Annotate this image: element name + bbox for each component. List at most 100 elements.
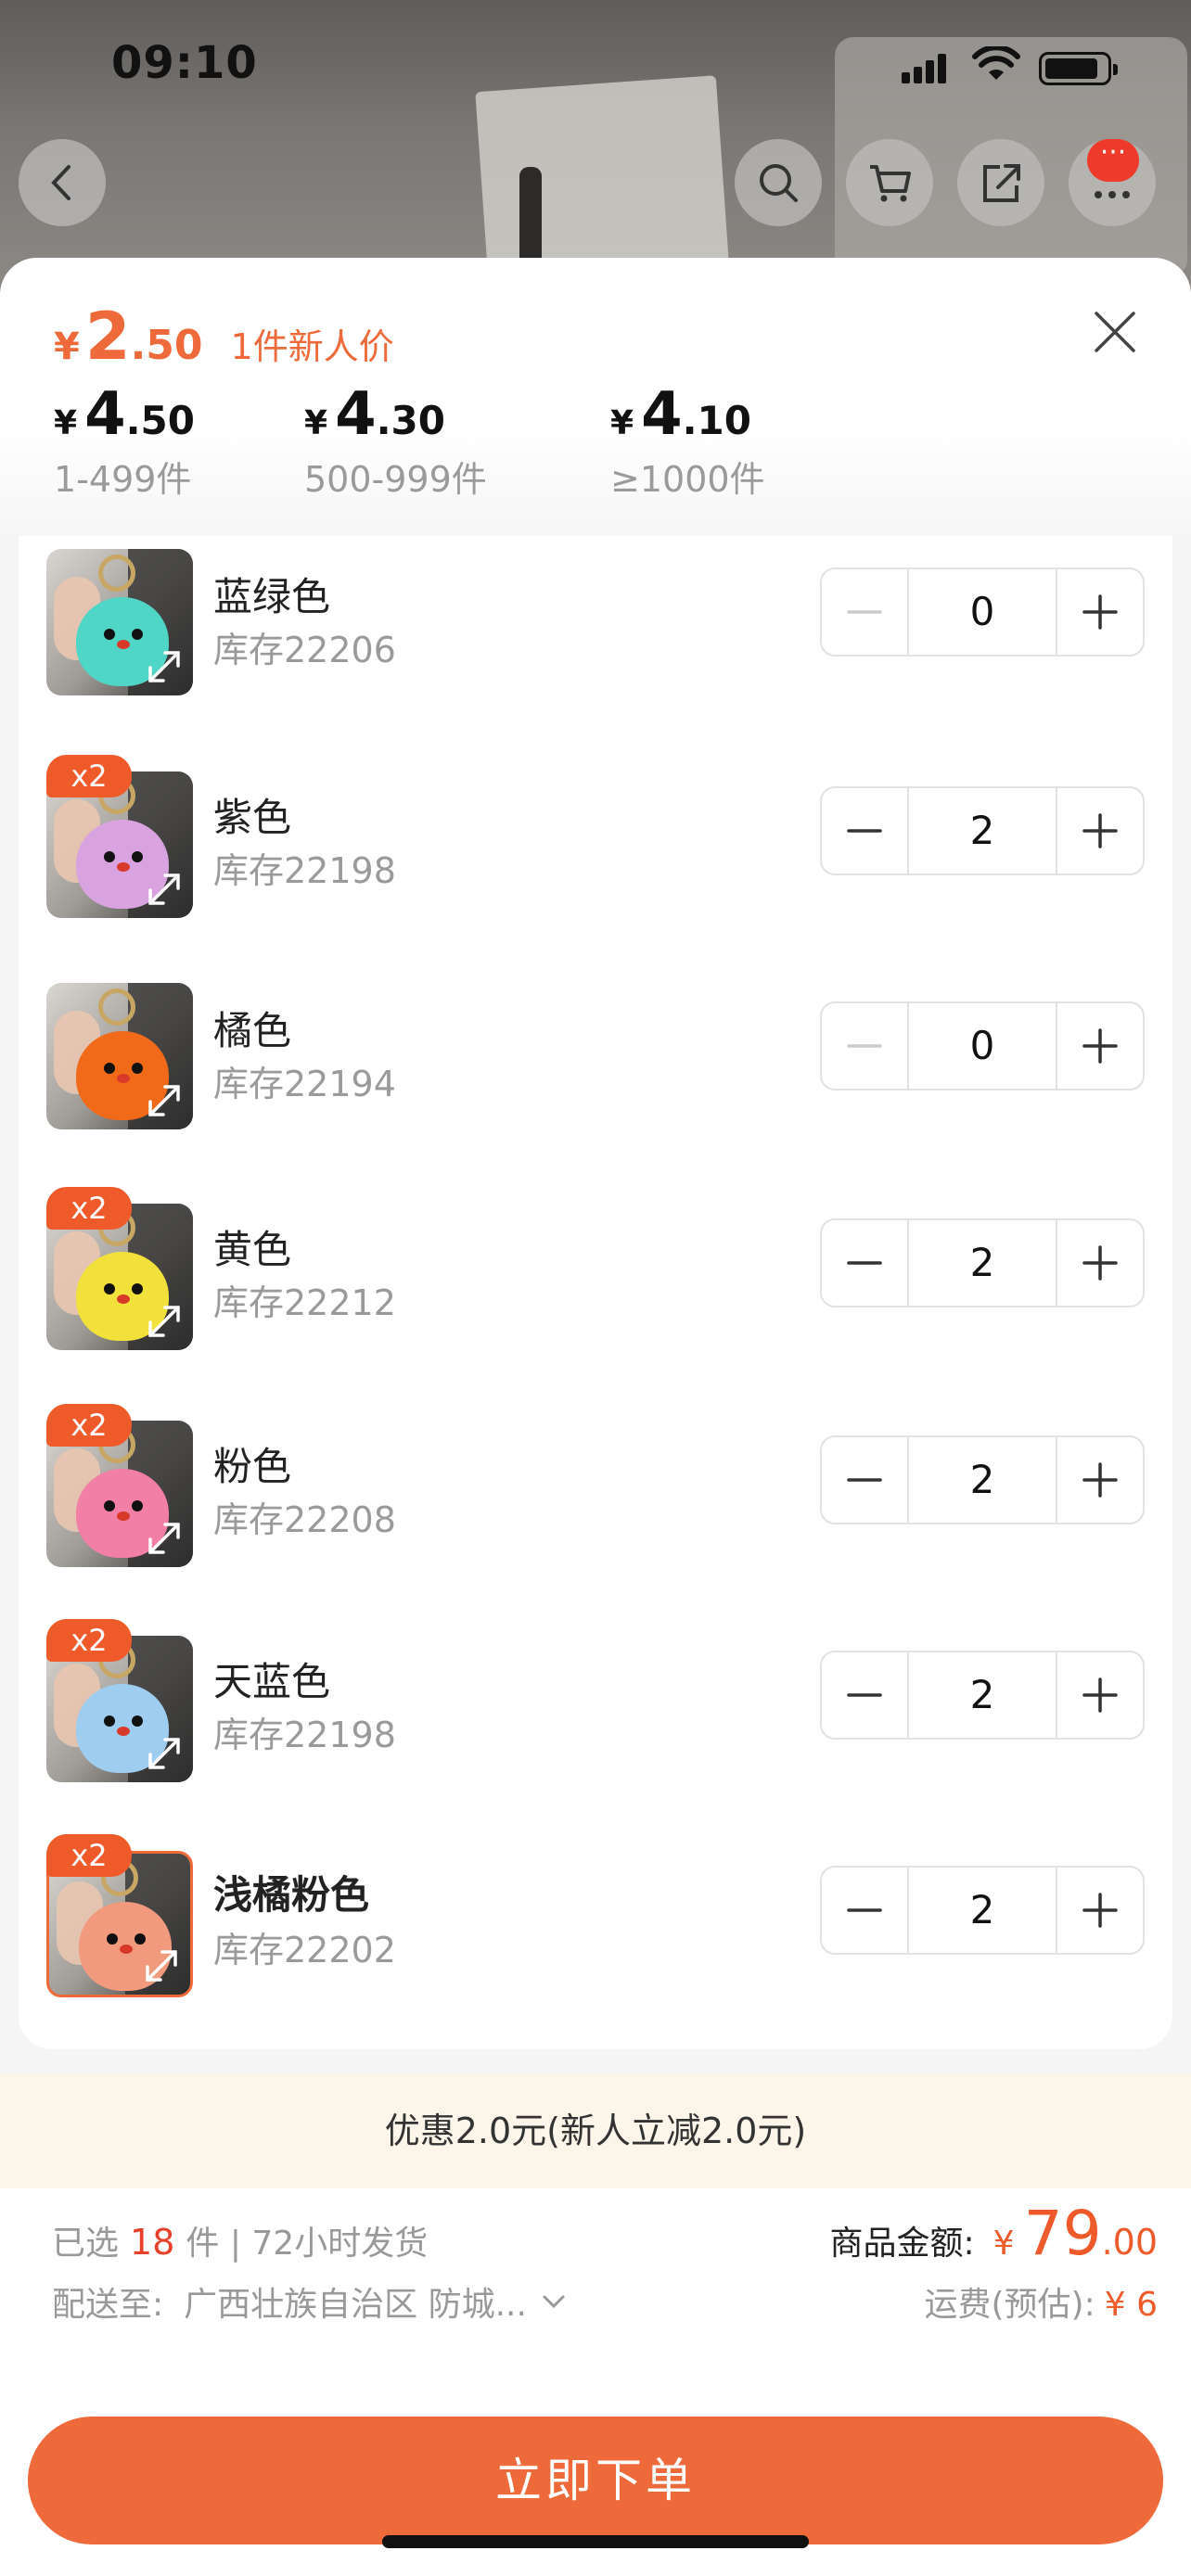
new-user-price-tag: 1件新人价 (230, 326, 394, 367)
sku-stock: 库存22198 (213, 1715, 396, 1755)
sku-thumbnail[interactable] (46, 983, 193, 1129)
plus-icon (1082, 1245, 1118, 1281)
search-icon (760, 164, 798, 202)
goods-amount: 商品金额: ¥ 79 .00 (829, 2198, 1158, 2269)
battery-icon (1039, 52, 1118, 85)
decrement-button[interactable] (822, 788, 907, 874)
quantity-badge: x2 (46, 1187, 132, 1230)
search-button[interactable] (735, 139, 822, 226)
plus-icon (1082, 594, 1118, 630)
quantity-value[interactable]: 2 (907, 1652, 1057, 1738)
quantity-badge: x2 (46, 755, 132, 797)
sku-list: 蓝绿色 库存22206 0 x2 紫色 库存22198 2 橘色 库存22194… (19, 536, 1172, 2049)
minus-icon (847, 1478, 882, 1482)
decrement-button[interactable] (822, 569, 907, 655)
selected-count: 18 (130, 2222, 175, 2263)
expand-icon[interactable] (143, 1517, 186, 1560)
decrement-button[interactable] (822, 1003, 907, 1089)
expand-icon[interactable] (143, 645, 186, 688)
decrement-button[interactable] (822, 1868, 907, 1953)
plus-icon (1082, 1893, 1118, 1928)
sku-name: 紫色 (213, 795, 292, 840)
quantity-value[interactable]: 2 (907, 1437, 1057, 1523)
sku-name: 蓝绿色 (213, 574, 331, 619)
sku-row-selected: x2 浅橘粉色 库存22202 2 (19, 1834, 1172, 2049)
quantity-value[interactable]: 2 (907, 1868, 1057, 1953)
increment-button[interactable] (1057, 1003, 1143, 1089)
quantity-stepper: 2 (820, 786, 1145, 875)
quantity-stepper: 0 (820, 1001, 1145, 1090)
sku-name: 天蓝色 (213, 1659, 331, 1704)
order-footer: 已选 18 件 | 72小时发货 配送至: 广西壮族自治区 防城... 商品金额: … (0, 2188, 1191, 2576)
quantity-badge: x2 (46, 1834, 132, 1877)
sku-stock: 库存22206 (213, 630, 396, 670)
expand-icon[interactable] (143, 1300, 186, 1343)
minus-icon (847, 1908, 882, 1912)
plus-icon (1082, 1677, 1118, 1713)
minus-icon (847, 610, 882, 614)
quantity-stepper: 2 (820, 1435, 1145, 1524)
share-button[interactable] (957, 139, 1044, 226)
quantity-value[interactable]: 2 (907, 788, 1057, 874)
price-tiers: ¥4.50 1-499件 ¥4.30 500-999件 ¥4.10 ≥1000件 (54, 380, 861, 502)
sku-row: x2 天蓝色 库存22198 2 (19, 1619, 1172, 1834)
place-order-button[interactable]: 立即下单 (28, 2417, 1163, 2544)
shipping-address[interactable]: 配送至: 广西壮族自治区 防城... (52, 2277, 568, 2326)
quantity-stepper: 2 (820, 1651, 1145, 1740)
increment-button[interactable] (1057, 1220, 1143, 1306)
message-badge: ··· (1087, 139, 1139, 182)
home-indicator (382, 2535, 809, 2548)
sku-row: x2 紫色 库存22198 2 (19, 755, 1172, 970)
plus-icon (1082, 813, 1118, 848)
decrement-button[interactable] (822, 1437, 907, 1523)
sku-name: 橘色 (213, 1008, 292, 1053)
quantity-stepper: 2 (820, 1218, 1145, 1307)
increment-button[interactable] (1057, 1437, 1143, 1523)
sku-thumbnail[interactable] (46, 549, 193, 695)
selected-summary: 已选 18 件 | 72小时发货 (52, 2222, 429, 2263)
minus-icon (847, 1693, 882, 1697)
quantity-stepper: 2 (820, 1866, 1145, 1955)
decrement-button[interactable] (822, 1652, 907, 1738)
price-tier: ¥4.50 1-499件 (54, 380, 195, 500)
wifi-icon (972, 46, 1020, 80)
price-header: ¥ 2 .50 1件新人价 ¥4.50 1-499件 ¥4.30 500-999… (0, 258, 1191, 536)
decrement-button[interactable] (822, 1220, 907, 1306)
sku-stock: 库存22194 (213, 1064, 396, 1104)
sku-stock: 库存22202 (213, 1930, 396, 1970)
cart-button[interactable] (846, 139, 933, 226)
expand-icon[interactable] (143, 868, 186, 911)
expand-icon[interactable] (143, 1079, 186, 1122)
quantity-value[interactable]: 0 (907, 1003, 1057, 1089)
quantity-value[interactable]: 2 (907, 1220, 1057, 1306)
minus-icon (847, 829, 882, 833)
chevron-down-icon (543, 2295, 565, 2309)
increment-button[interactable] (1057, 1652, 1143, 1738)
plus-icon (1082, 1028, 1118, 1064)
sku-name: 粉色 (213, 1444, 292, 1489)
sku-row: x2 粉色 库存22208 2 (19, 1404, 1172, 1619)
quantity-value[interactable]: 0 (907, 569, 1057, 655)
cart-icon (870, 165, 911, 202)
sku-row: 蓝绿色 库存22206 0 (19, 538, 1172, 753)
close-icon[interactable] (1087, 304, 1143, 360)
sku-name: 黄色 (213, 1227, 292, 1272)
sku-row: 橘色 库存22194 0 (19, 972, 1172, 1187)
freight-estimate: 运费(预估): ¥ 6 (924, 2286, 1159, 2324)
expand-icon[interactable] (143, 1732, 186, 1775)
price-tier: ¥4.10 ≥1000件 (610, 380, 765, 500)
back-button[interactable] (19, 139, 106, 226)
price-tier: ¥4.30 500-999件 (304, 380, 487, 500)
signal-icon (902, 54, 948, 83)
minus-icon (847, 1044, 882, 1048)
new-user-price: ¥ 2 .50 1件新人价 (54, 299, 394, 375)
sku-stock: 库存22212 (213, 1282, 396, 1323)
sku-stock: 库存22198 (213, 850, 396, 891)
minus-icon (847, 1261, 882, 1265)
quantity-badge: x2 (46, 1619, 132, 1662)
quantity-stepper: 0 (820, 567, 1145, 657)
increment-button[interactable] (1057, 569, 1143, 655)
increment-button[interactable] (1057, 1868, 1143, 1953)
increment-button[interactable] (1057, 788, 1143, 874)
expand-icon[interactable] (140, 1945, 183, 1987)
